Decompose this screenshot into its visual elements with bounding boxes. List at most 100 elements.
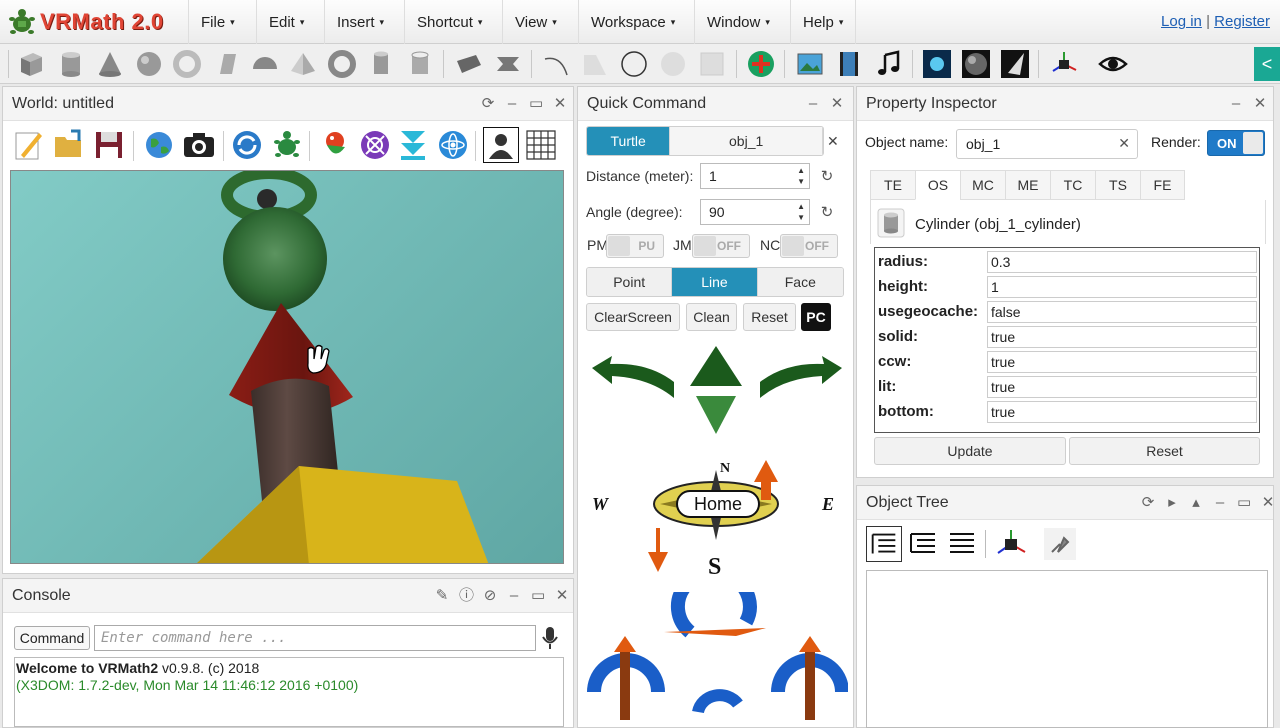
menu-shortcut[interactable]: Shortcut ▾ xyxy=(404,0,494,44)
video-icon[interactable] xyxy=(834,49,864,79)
close-icon[interactable]: ✕ xyxy=(1253,95,1267,113)
turn-right-arrow-icon[interactable] xyxy=(760,356,842,398)
add-object-icon[interactable] xyxy=(746,49,776,79)
turn-left-arrow-icon[interactable] xyxy=(592,356,674,398)
forward-arrow-icon[interactable] xyxy=(690,346,742,386)
cylinder-icon[interactable] xyxy=(56,49,86,79)
music-icon[interactable] xyxy=(874,49,904,79)
torus-icon[interactable] xyxy=(172,49,202,79)
hemisphere-icon[interactable] xyxy=(250,49,280,79)
grid-icon[interactable] xyxy=(523,127,559,163)
pipe-icon[interactable] xyxy=(405,49,435,79)
menu-window[interactable]: Window ▾ xyxy=(694,0,782,44)
login-link[interactable]: Log in xyxy=(1161,13,1202,30)
clear-icon[interactable]: ✕ xyxy=(1118,135,1130,152)
microphone-icon[interactable] xyxy=(541,626,559,650)
distance-input[interactable]: 1 ▲ ▼ xyxy=(700,163,810,189)
angle-input[interactable]: 90 ▲ ▼ xyxy=(700,199,810,225)
save-icon[interactable] xyxy=(91,127,127,163)
menu-edit[interactable]: Edit ▾ xyxy=(256,0,316,44)
ring-icon[interactable] xyxy=(327,49,357,79)
collapse-toolbar-button[interactable]: < xyxy=(1254,47,1280,81)
globe-icon[interactable] xyxy=(141,127,177,163)
collapse-icon[interactable] xyxy=(905,526,941,562)
reset-button[interactable]: Reset xyxy=(743,303,796,331)
light-icon[interactable] xyxy=(1000,49,1030,79)
disk-icon[interactable] xyxy=(658,49,688,79)
object-name-input[interactable]: obj_1 ✕ xyxy=(956,129,1138,159)
property-value-input[interactable]: 1 xyxy=(987,276,1257,298)
triangle-up-icon[interactable]: ▴ xyxy=(1189,494,1203,512)
home-button[interactable]: Home xyxy=(676,490,760,518)
command-button[interactable]: Command xyxy=(14,626,90,650)
background-icon[interactable] xyxy=(922,49,952,79)
parrot-icon[interactable] xyxy=(317,127,353,163)
minimize-icon[interactable]: – xyxy=(507,587,521,605)
clear-icon[interactable]: ⊘ xyxy=(483,587,497,605)
tab-te[interactable]: TE xyxy=(870,170,915,200)
menu-workspace[interactable]: Workspace ▾ xyxy=(578,0,687,44)
avatar-icon[interactable] xyxy=(483,127,519,163)
property-value-input[interactable]: false xyxy=(987,301,1257,323)
sphere-icon[interactable] xyxy=(134,49,164,79)
extrusion-icon[interactable] xyxy=(212,49,242,79)
object-tree-view[interactable] xyxy=(866,570,1268,728)
list-icon[interactable] xyxy=(944,526,980,562)
refresh-icon[interactable]: ⟳ xyxy=(1141,494,1155,512)
arc-icon[interactable] xyxy=(541,49,571,79)
mode-line[interactable]: Line xyxy=(672,268,758,296)
open-icon[interactable] xyxy=(51,127,87,163)
reset-distance-icon[interactable]: ↻ xyxy=(816,167,838,189)
property-value-input[interactable]: 0.3 xyxy=(987,251,1257,273)
image-icon[interactable] xyxy=(795,49,825,79)
property-value-input[interactable]: true xyxy=(987,401,1257,423)
cone-icon[interactable] xyxy=(95,49,125,79)
axis-icon[interactable] xyxy=(993,526,1029,562)
close-icon[interactable]: ✕ xyxy=(830,95,844,113)
render-toggle[interactable]: ON xyxy=(1207,130,1265,156)
tab-os[interactable]: OS xyxy=(915,170,960,200)
tube-icon[interactable] xyxy=(366,49,396,79)
app-logo[interactable]: VRMath 2.0 xyxy=(6,5,164,39)
property-value-input[interactable]: true xyxy=(987,351,1257,373)
tab-tc[interactable]: TC xyxy=(1050,170,1095,200)
pitch-icon[interactable] xyxy=(664,592,766,714)
tab-ts[interactable]: TS xyxy=(1095,170,1140,200)
tab-fe[interactable]: FE xyxy=(1140,170,1185,200)
close-icon[interactable]: ✕ xyxy=(555,587,569,605)
close-icon[interactable]: ✕ xyxy=(553,95,567,113)
turtle-icon[interactable] xyxy=(269,127,305,163)
box-icon[interactable] xyxy=(16,49,46,79)
plane-icon[interactable] xyxy=(454,49,484,79)
tab-mc[interactable]: MC xyxy=(960,170,1005,200)
minimize-icon[interactable]: – xyxy=(505,95,519,113)
close-icon[interactable]: ✕ xyxy=(827,133,839,150)
tab-turtle[interactable]: Turtle xyxy=(587,127,671,155)
edit-icon[interactable] xyxy=(11,127,47,163)
maximize-icon[interactable]: ▭ xyxy=(531,587,545,605)
3d-viewport[interactable] xyxy=(10,170,564,564)
rectangle-icon[interactable] xyxy=(697,49,727,79)
pc-button[interactable]: PC xyxy=(801,303,831,331)
menu-view[interactable]: View ▾ xyxy=(502,0,569,44)
download-arrows-icon[interactable] xyxy=(395,127,431,163)
pointer-icon[interactable] xyxy=(1042,526,1078,562)
tab-object[interactable]: obj_1 xyxy=(670,127,823,155)
refresh-icon[interactable]: ⟳ xyxy=(481,95,495,113)
register-link[interactable]: Register xyxy=(1214,13,1270,30)
stepper-arrows-icon[interactable]: ▲ ▼ xyxy=(797,165,805,187)
expand-all-icon[interactable] xyxy=(866,526,902,562)
jm-toggle[interactable]: OFF xyxy=(692,234,750,258)
property-value-input[interactable]: true xyxy=(987,376,1257,398)
menu-help[interactable]: Help ▾ xyxy=(790,0,857,44)
atom-icon[interactable] xyxy=(435,127,471,163)
clean-button[interactable]: Clean xyxy=(686,303,737,331)
maximize-icon[interactable]: ▭ xyxy=(529,95,543,113)
update-button[interactable]: Update xyxy=(874,437,1066,465)
close-icon[interactable]: ✕ xyxy=(1261,494,1275,512)
menu-insert[interactable]: Insert ▾ xyxy=(324,0,396,44)
property-value-input[interactable]: true xyxy=(987,326,1257,348)
eye-icon[interactable] xyxy=(1098,49,1128,79)
camera-icon[interactable] xyxy=(181,127,217,163)
maximize-icon[interactable]: ▭ xyxy=(1237,494,1251,512)
